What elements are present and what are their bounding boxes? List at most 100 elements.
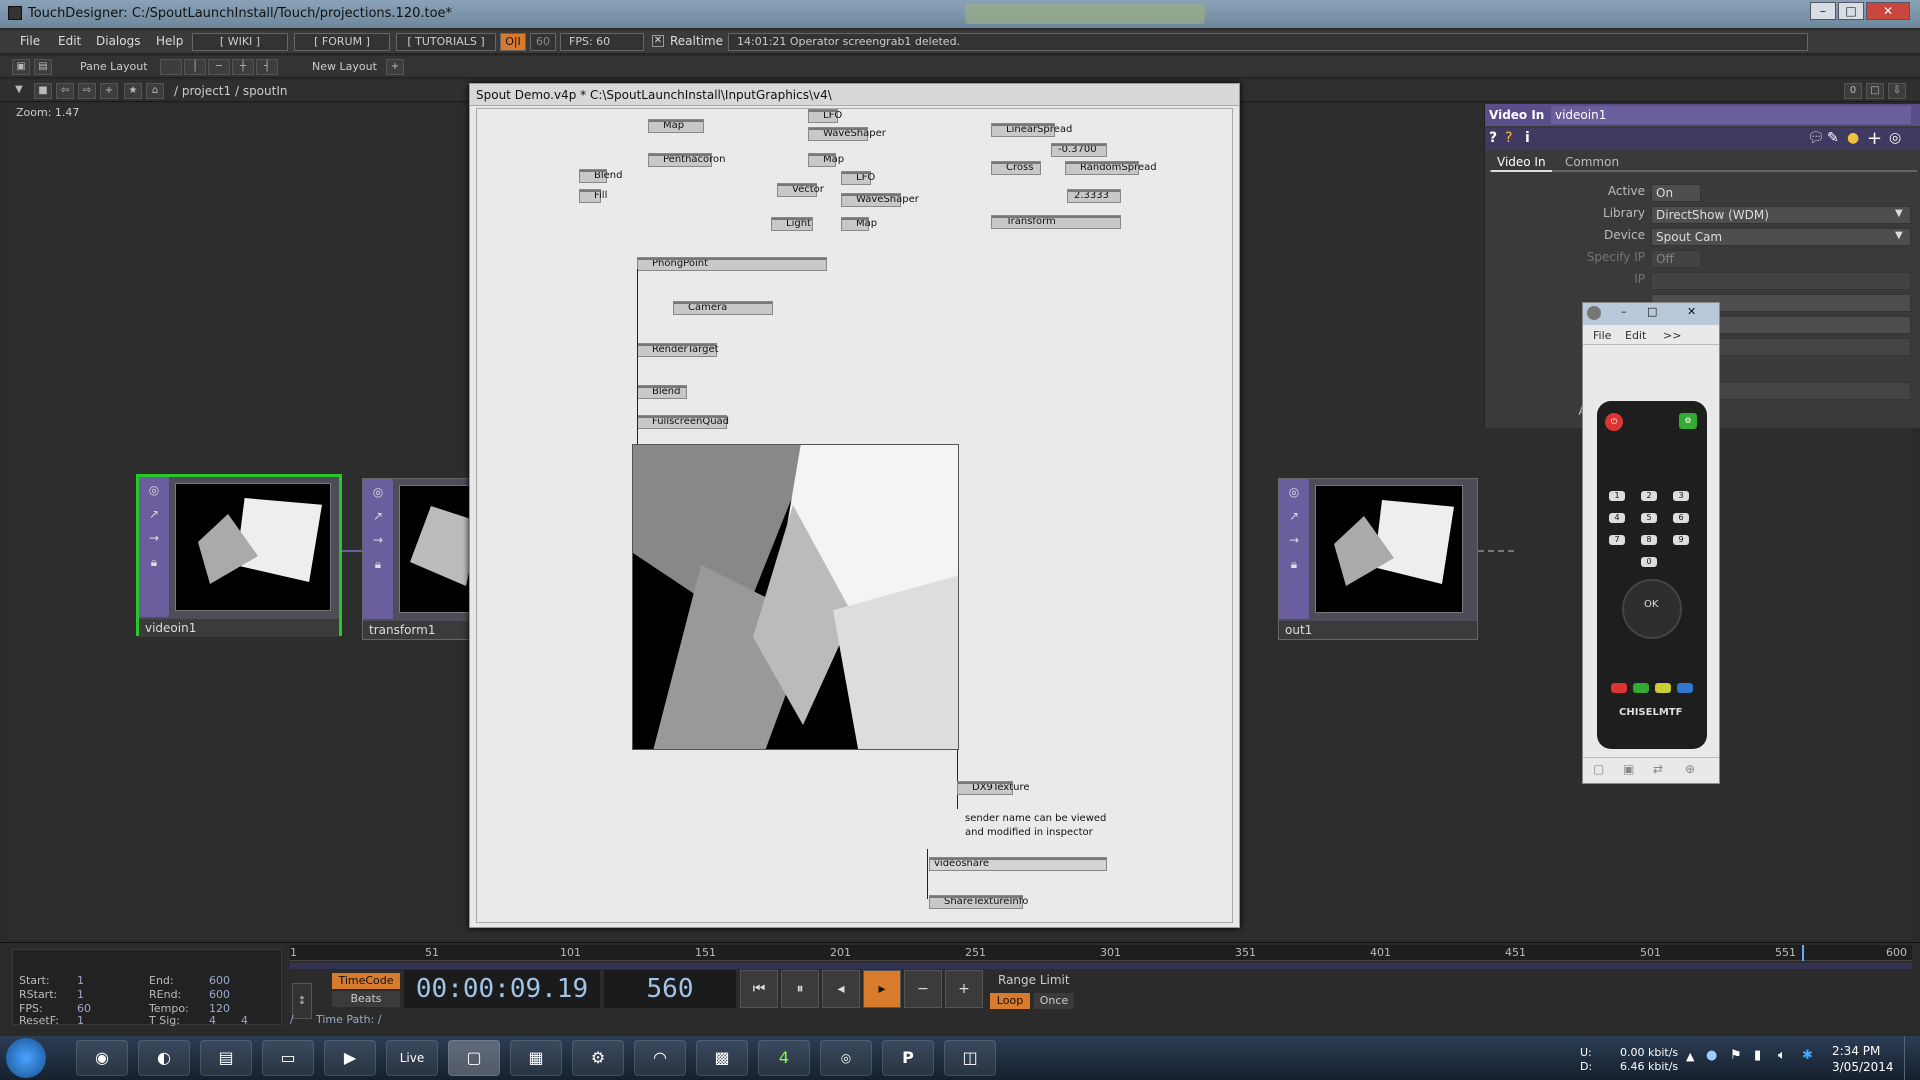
remote-menu-edit[interactable]: Edit xyxy=(1625,329,1646,342)
specify-ip-toggle[interactable]: Off xyxy=(1651,250,1701,268)
key-4[interactable]: 4 xyxy=(1609,513,1625,523)
rend-value[interactable]: 600 xyxy=(209,988,230,1001)
download-icon[interactable]: ⇩ xyxy=(1888,83,1906,99)
node-lfo-2[interactable]: LFO xyxy=(841,171,875,185)
close-button[interactable]: ✕ xyxy=(1866,2,1910,20)
realtime-checkbox[interactable]: ✕ xyxy=(652,35,664,47)
node-blend-1[interactable]: Blend xyxy=(579,169,622,183)
tray-icon-1[interactable]: ● xyxy=(1706,1048,1717,1063)
node-map-3[interactable]: Map xyxy=(841,217,877,231)
bypass-icon[interactable]: ◎ xyxy=(1285,485,1303,503)
time-path[interactable]: Time Path: / xyxy=(316,1013,382,1026)
node-transform1[interactable]: ◎ ↗ → 🔒︎ transform1 xyxy=(362,478,483,640)
folder-icon[interactable]: ▦ xyxy=(510,1040,562,1076)
window-icon[interactable]: ▣ xyxy=(1623,762,1634,776)
vvvv-icon[interactable]: 4 xyxy=(758,1040,810,1076)
minus-button[interactable]: − xyxy=(904,970,942,1008)
timeline-toggle[interactable]: ↕ xyxy=(292,983,312,1019)
view-icon[interactable]: □ xyxy=(1866,83,1884,99)
node-waveshaper-1[interactable]: WaveShaper xyxy=(808,127,886,141)
graph-icon[interactable]: ↗ xyxy=(1285,509,1303,527)
params-op-name[interactable]: videoin1 xyxy=(1551,106,1911,124)
chevron-down-icon[interactable]: ▼ xyxy=(1895,230,1903,241)
volume-icon[interactable]: 🔈︎ xyxy=(1778,1048,1786,1063)
key-2[interactable]: 2 xyxy=(1641,491,1657,501)
touchdesigner-icon[interactable]: ⚙ xyxy=(572,1040,624,1076)
timeline-range-bar[interactable] xyxy=(290,963,1912,969)
spiral-app-icon[interactable]: ◠ xyxy=(634,1040,686,1076)
node-linearspread[interactable]: LinearSpread xyxy=(991,123,1072,137)
network-path[interactable]: / project1 / spoutIn xyxy=(174,84,287,98)
media-player-icon[interactable]: ▶ xyxy=(324,1040,376,1076)
node-randomspread[interactable]: RandomSpread xyxy=(1065,161,1157,175)
minimize-icon[interactable]: – xyxy=(1621,305,1627,318)
node-penthacoron[interactable]: Penthacoron xyxy=(648,153,726,167)
maximize-icon[interactable]: □ xyxy=(1647,305,1657,318)
value-box-2[interactable]: 2.3333 xyxy=(1067,189,1121,203)
timecode-button[interactable]: TimeCode xyxy=(332,973,400,989)
calculator-icon[interactable]: ▩ xyxy=(696,1040,748,1076)
node-fullscreenquad[interactable]: FullscreenQuad xyxy=(637,415,729,429)
realtime-toggle[interactable]: O|I xyxy=(500,33,526,51)
comment-icon[interactable]: 💬︎ xyxy=(1807,130,1825,146)
power-icon[interactable]: ⏻ xyxy=(1605,413,1623,431)
ok-button[interactable]: OK xyxy=(1644,599,1658,610)
node-blend-2[interactable]: Blend xyxy=(637,385,687,399)
play-button[interactable]: ▸ xyxy=(863,970,901,1008)
remote-menu-more[interactable]: >> xyxy=(1663,329,1681,342)
key-6[interactable]: 6 xyxy=(1673,513,1689,523)
resetf-value[interactable]: 1 xyxy=(77,1014,84,1027)
flag-icon[interactable]: ⚑ xyxy=(1730,1048,1742,1063)
pause-button[interactable]: ⏸ xyxy=(781,970,819,1008)
layout-4-icon[interactable]: ┼ xyxy=(232,59,254,75)
node-videoin1[interactable]: ◎ ↗ → 🔒︎ videoin1 xyxy=(136,474,342,637)
library-select[interactable]: DirectShow (WDM) xyxy=(1651,206,1911,224)
node-lfo-1[interactable]: LFO xyxy=(808,109,842,123)
opengl-icon[interactable]: ◎ xyxy=(820,1040,872,1076)
rstart-value[interactable]: 1 xyxy=(77,988,84,1001)
node-label[interactable]: transform1 xyxy=(363,621,481,639)
remote-app-icon[interactable]: ◫ xyxy=(944,1040,996,1076)
chevron-down-icon[interactable]: ▼ xyxy=(1895,208,1903,219)
node-camera[interactable]: Camera xyxy=(673,301,773,315)
add-icon[interactable]: + xyxy=(100,83,118,99)
target-icon[interactable]: ◎ xyxy=(1889,130,1901,146)
show-desktop-button[interactable] xyxy=(1904,1036,1920,1080)
lock-icon[interactable]: 🔒︎ xyxy=(1285,557,1303,575)
chrome-icon[interactable]: ◉ xyxy=(76,1040,128,1076)
end-value[interactable]: 600 xyxy=(209,974,230,987)
blue-key[interactable] xyxy=(1677,683,1693,693)
bypass-icon[interactable]: ◎ xyxy=(369,485,387,503)
frame-display[interactable]: 560 xyxy=(604,970,736,1008)
dpad[interactable]: OK xyxy=(1622,579,1682,639)
add-layout-icon[interactable]: + xyxy=(386,59,404,75)
key-1[interactable]: 1 xyxy=(1609,491,1625,501)
bypass-icon[interactable]: ◎ xyxy=(145,483,163,501)
add-param-icon[interactable]: + xyxy=(1867,128,1882,149)
tab-video-in[interactable]: Video In xyxy=(1491,154,1552,172)
playhead[interactable] xyxy=(1802,945,1804,961)
key-5[interactable]: 5 xyxy=(1641,513,1657,523)
clock-date[interactable]: 3/05/2014 xyxy=(1832,1060,1894,1074)
node-transform[interactable]: Transform xyxy=(991,215,1121,229)
dropdown-icon[interactable]: ▼ xyxy=(10,83,28,99)
clock-time[interactable]: 2:34 PM xyxy=(1832,1044,1880,1058)
network-home-icon[interactable]: ⌂ xyxy=(146,83,164,99)
key-3[interactable]: 3 xyxy=(1673,491,1689,501)
layout-1-icon[interactable] xyxy=(160,59,182,75)
forward-icon[interactable]: ⇨ xyxy=(78,83,96,99)
tray-expand-icon[interactable]: ▲ xyxy=(1686,1050,1694,1063)
swap-icon[interactable]: ⇄ xyxy=(1653,762,1663,776)
app-window-icon[interactable]: ▢ xyxy=(448,1040,500,1076)
start-value[interactable]: 1 xyxy=(77,974,84,987)
star-icon[interactable]: ★ xyxy=(124,83,142,99)
p-app-icon[interactable]: P xyxy=(882,1040,934,1076)
tsig-b-value[interactable]: 4 xyxy=(241,1014,248,1027)
node-dx9texture[interactable]: DX9Texture xyxy=(957,781,1030,795)
key-7[interactable]: 7 xyxy=(1609,535,1625,545)
yellow-key[interactable] xyxy=(1655,683,1671,693)
node-light[interactable]: Light xyxy=(771,217,813,231)
layout-5-icon[interactable]: ┤ xyxy=(256,59,278,75)
tab-common[interactable]: Common xyxy=(1559,154,1625,170)
ableton-live-icon[interactable]: Live xyxy=(386,1040,438,1076)
